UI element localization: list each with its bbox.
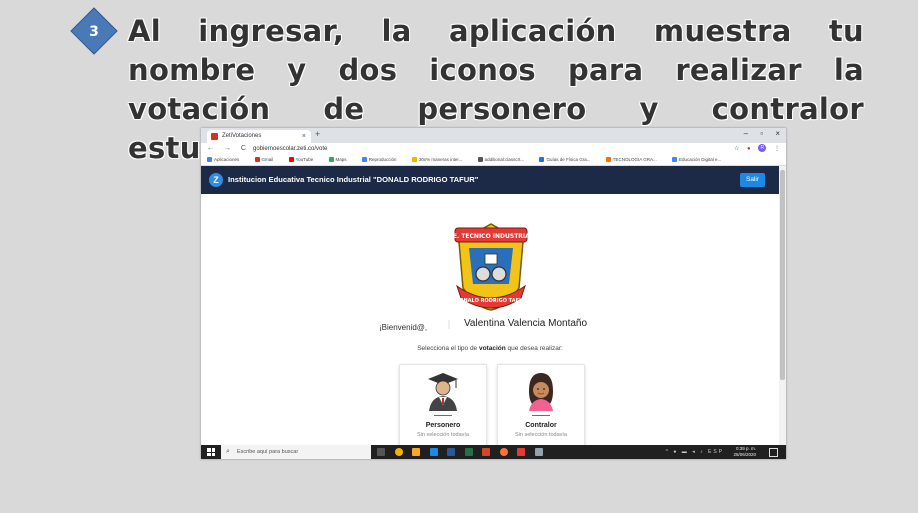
window-controls: – ▫ × bbox=[734, 129, 780, 138]
task-view-icon[interactable] bbox=[377, 448, 385, 456]
bookmark-item[interactable]: YouTube bbox=[288, 157, 321, 163]
word-icon[interactable] bbox=[447, 448, 456, 456]
close-window-icon[interactable]: × bbox=[775, 129, 780, 138]
gmail-icon bbox=[254, 157, 260, 163]
excel-icon[interactable] bbox=[464, 448, 473, 456]
vote-instruction: Selecciona el tipo de votación que desea… bbox=[417, 345, 563, 352]
acrobat-icon[interactable] bbox=[517, 448, 526, 456]
name-divider bbox=[448, 320, 450, 329]
bookmark-star-icon[interactable]: ☆ bbox=[734, 143, 739, 155]
taskbar-search-input[interactable]: ⌕ Escribe aquí para buscar bbox=[221, 445, 371, 459]
step-number: 3 bbox=[89, 24, 99, 40]
windows-taskbar: ⌕ Escribe aquí para buscar ^ ● ▬ ◂ ♪ ESP… bbox=[201, 445, 786, 459]
scrollbar[interactable] bbox=[779, 166, 786, 445]
apps-icon bbox=[207, 157, 212, 163]
logout-button[interactable]: Salir bbox=[739, 173, 765, 187]
bookmark-icon bbox=[411, 157, 417, 163]
school-name: Institucion Educativa Tecnico Industrial… bbox=[228, 175, 479, 184]
bookmark-item[interactable]: Guías de Física Gra... bbox=[539, 157, 597, 163]
maximize-icon[interactable]: ▫ bbox=[760, 129, 763, 138]
step-badge: 3 bbox=[68, 6, 120, 58]
card-accent-line bbox=[434, 415, 452, 416]
school-crest-logo: I.E. TECNICO INDUSTRIAL DONALD RODRIGO T… bbox=[448, 223, 534, 311]
address-bar: ← → C gobiernoescolar.zeti.co/vote ☆ ● R… bbox=[201, 143, 786, 155]
bookmark-icon bbox=[539, 157, 545, 163]
clock[interactable]: 0:39 p. m. 25/06/2020 bbox=[733, 446, 756, 458]
tab-bar: ZetiVotaciones × + – ▫ × bbox=[201, 128, 786, 143]
maps-icon bbox=[328, 157, 334, 163]
close-tab-icon[interactable]: × bbox=[302, 130, 306, 143]
browser-screenshot: ZetiVotaciones × + – ▫ × ← → C gobiernoe… bbox=[201, 128, 786, 459]
toolbar-right: ☆ ● R ⋮ bbox=[728, 143, 780, 155]
app-favicon-icon bbox=[211, 133, 218, 140]
card-status: Sin selección todavía bbox=[417, 432, 469, 438]
browser-tab[interactable]: ZetiVotaciones × bbox=[207, 130, 311, 143]
search-icon: ⌕ bbox=[226, 448, 230, 455]
firefox-icon[interactable] bbox=[499, 448, 508, 456]
extension-icon[interactable]: ● bbox=[747, 143, 751, 155]
tab-title: ZetiVotaciones bbox=[222, 133, 262, 139]
main-content: I.E. TECNICO INDUSTRIAL DONALD RODRIGO T… bbox=[201, 194, 779, 446]
bookmark-icon bbox=[361, 157, 367, 163]
powerpoint-icon[interactable] bbox=[482, 448, 491, 456]
student-girl-icon bbox=[529, 373, 553, 411]
new-tab-button[interactable]: + bbox=[315, 129, 320, 139]
chrome-icon[interactable] bbox=[394, 448, 403, 456]
bookmark-item[interactable]: Aplicaciones bbox=[207, 157, 246, 163]
user-name: Valentina Valencia Montaño bbox=[464, 318, 588, 329]
app-header: Z Institucion Educativa Tecnico Industri… bbox=[201, 166, 779, 194]
minimize-icon[interactable]: – bbox=[744, 129, 748, 138]
youtube-icon bbox=[288, 157, 294, 163]
bookmark-item[interactable]: TECNOLOGIA GRA... bbox=[605, 157, 664, 163]
bookmark-icon bbox=[672, 157, 677, 163]
personero-card[interactable]: Personero Sin selección todavía bbox=[399, 364, 487, 446]
profile-avatar[interactable]: R bbox=[758, 144, 767, 153]
mail-icon[interactable] bbox=[429, 448, 438, 456]
bookmarks-bar: Aplicaciones Gmail YouTube Maps Reproduc… bbox=[201, 155, 786, 166]
crest-bottom-text: DONALD RODRIGO TAFUR bbox=[455, 298, 527, 304]
card-title: Contralor bbox=[525, 422, 557, 429]
url-field[interactable]: gobiernoescolar.zeti.co/vote bbox=[253, 143, 327, 155]
windows-start-icon[interactable] bbox=[207, 448, 215, 456]
notifications-icon[interactable] bbox=[769, 448, 778, 457]
crest-top-text: I.E. TECNICO INDUSTRIAL bbox=[448, 233, 533, 240]
bookmark-icon bbox=[477, 157, 483, 163]
navigation-icons[interactable]: ← → C bbox=[207, 143, 250, 155]
app-icon[interactable] bbox=[534, 448, 543, 456]
bookmark-item[interactable]: 30x% maneras inter... bbox=[411, 157, 470, 163]
bookmark-item[interactable]: additional:classcrt... bbox=[477, 157, 532, 163]
welcome-text: ¡Bienvenid@, bbox=[379, 323, 428, 332]
zeti-logo-icon: Z bbox=[209, 173, 223, 187]
card-status: Sin selección todavía bbox=[515, 432, 567, 438]
card-title: Personero bbox=[425, 422, 461, 429]
taskbar-apps bbox=[377, 448, 551, 458]
bookmark-item[interactable]: Reproducción bbox=[361, 157, 404, 163]
system-tray-icons[interactable]: ^ ● ▬ ◂ ♪ ESP bbox=[666, 445, 724, 459]
file-explorer-icon[interactable] bbox=[412, 448, 421, 456]
menu-kebab-icon[interactable]: ⋮ bbox=[774, 143, 780, 155]
contralor-card[interactable]: Contralor Sin selección todavía bbox=[497, 364, 585, 446]
bookmark-icon bbox=[605, 157, 611, 163]
bookmark-item[interactable]: Gmail bbox=[254, 157, 281, 163]
bookmark-item[interactable]: Maps bbox=[328, 157, 354, 163]
card-accent-line bbox=[532, 415, 550, 416]
scrollbar-thumb[interactable] bbox=[780, 170, 785, 380]
graduate-icon bbox=[428, 373, 458, 411]
bookmark-item[interactable]: Educación Digital e... bbox=[672, 157, 728, 163]
